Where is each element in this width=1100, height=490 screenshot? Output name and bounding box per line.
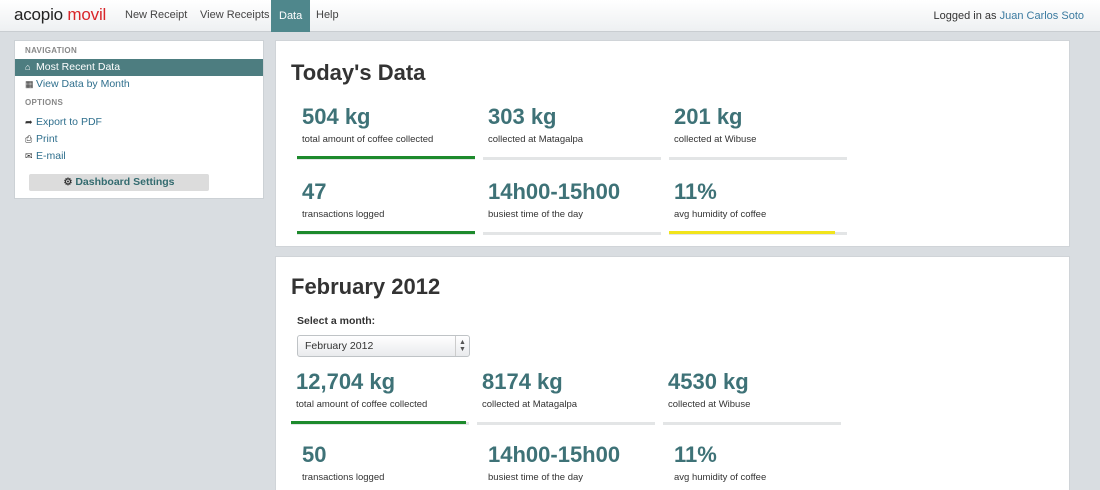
stat-value: 8174 kg [482,369,563,394]
sidebar-item-label: Print [36,133,58,145]
stat-label: collected at Wibuse [668,399,751,410]
stat-label: avg humidity of coffee [674,209,767,220]
stat-label: total amount of coffee collected [302,134,434,145]
stat-status-bar-green [297,156,475,159]
stat-transactions: 47 transactions logged [297,179,475,235]
sidebar-item-label: View Data by Month [36,78,130,90]
select-arrows-icon: ▲ ▼ [455,336,469,356]
printer-icon: ⎙ [25,134,33,144]
sidebar-item-label: Export to PDF [36,116,102,128]
nav-view-receipts[interactable]: View Receipts [200,9,270,21]
stat-transactions: 50 transactions logged [297,442,475,490]
stat-label: transactions logged [302,209,385,220]
stat-humidity: 11% avg humidity of coffee [669,179,847,235]
stat-label: total amount of coffee collected [296,399,428,410]
stat-status-bar-green [297,231,475,234]
stat-label: collected at Wibuse [674,134,757,145]
login-prefix: Logged in as [933,10,1000,22]
calendar-icon: ▦ [25,79,34,89]
stat-bar-track [483,232,661,235]
top-navbar: acopio movil New Receipt View Receipts D… [0,0,1100,32]
login-status: Logged in as Juan Carlos Soto [934,10,1084,22]
sidebar-item-print[interactable]: ⎙ Print [15,131,263,148]
sidebar-item-by-month[interactable]: ▦ View Data by Month [15,76,263,93]
month-select-value: February 2012 [305,340,374,352]
stat-label: transactions logged [302,472,385,483]
month-data-panel: February 2012 Select a month: February 2… [275,256,1070,490]
nav-help[interactable]: Help [316,9,339,21]
stat-label: busiest time of the day [488,472,584,483]
stat-busiest-time: 14h00-15h00 busiest time of the day [483,442,661,490]
stat-value: 4530 kg [668,369,749,394]
sidebar-item-label: E-mail [36,150,66,162]
month-data-title: February 2012 [291,274,441,299]
stat-status-bar-green [291,421,466,424]
stat-value: 14h00-15h00 [488,442,621,467]
todays-data-panel: Today's Data 504 kg total amount of coff… [275,40,1070,247]
stat-value: 303 kg [488,104,557,129]
stat-bar-track [483,157,661,160]
stat-matagalpa: 8174 kg collected at Matagalpa [477,369,655,425]
user-name-link[interactable]: Juan Carlos Soto [1000,10,1084,22]
envelope-icon: ✉ [25,151,33,161]
month-select[interactable]: February 2012 ▲ ▼ [297,335,470,357]
stat-value: 14h00-15h00 [488,179,621,204]
stat-label: busiest time of the day [488,209,584,220]
brand-logo[interactable]: acopio movil [14,5,106,25]
stat-value: 12,704 kg [296,369,396,394]
todays-data-title: Today's Data [291,60,426,85]
sidebar-item-export-pdf[interactable]: ➦ Export to PDF [15,114,263,131]
stat-wibuse: 201 kg collected at Wibuse [669,104,847,160]
stat-value: 11% [674,179,717,204]
stat-bar-track [669,157,847,160]
stat-wibuse: 4530 kg collected at Wibuse [663,369,841,425]
sidebar: NAVIGATION ⌂ Most Recent Data ▦ View Data … [14,40,264,199]
brand-text-movil: movil [67,5,107,24]
share-arrow-icon: ➦ [25,117,33,127]
stat-bar-track [477,422,655,425]
stat-bar-track [663,422,841,425]
brand-text-acopio: acopio [14,5,68,24]
stat-value: 504 kg [302,104,371,129]
dashboard-settings-button[interactable]: ⚙ Dashboard Settings [29,174,209,191]
nav-data[interactable]: Data [271,0,311,32]
home-icon: ⌂ [25,62,31,72]
stat-label: avg humidity of coffee [674,472,767,483]
nav-new-receipt[interactable]: New Receipt [125,9,187,21]
sidebar-item-label: Most Recent Data [36,61,121,73]
sidebar-item-most-recent[interactable]: ⌂ Most Recent Data [15,59,263,76]
stat-humidity: 11% avg humidity of coffee [669,442,847,490]
stat-busiest-time: 14h00-15h00 busiest time of the day [483,179,661,235]
stat-value: 201 kg [674,104,743,129]
stat-label: collected at Matagalpa [482,399,578,410]
stat-value: 11% [674,442,717,467]
dashboard-settings-label: Dashboard Settings [75,176,175,188]
options-heading: OPTIONS [25,98,64,107]
stat-total-coffee: 504 kg total amount of coffee collected [297,104,475,160]
select-month-label: Select a month: [297,315,376,327]
stat-label: collected at Matagalpa [488,134,584,145]
gear-icon: ⚙ [63,177,73,188]
sidebar-item-email[interactable]: ✉ E-mail [15,148,263,165]
stat-matagalpa: 303 kg collected at Matagalpa [483,104,661,160]
stat-value: 50 [302,442,327,467]
stat-status-bar-yellow [669,231,835,234]
nav-heading: NAVIGATION [25,46,78,55]
stat-value: 47 [302,179,327,204]
stat-total-coffee: 12,704 kg total amount of coffee collect… [291,369,469,425]
